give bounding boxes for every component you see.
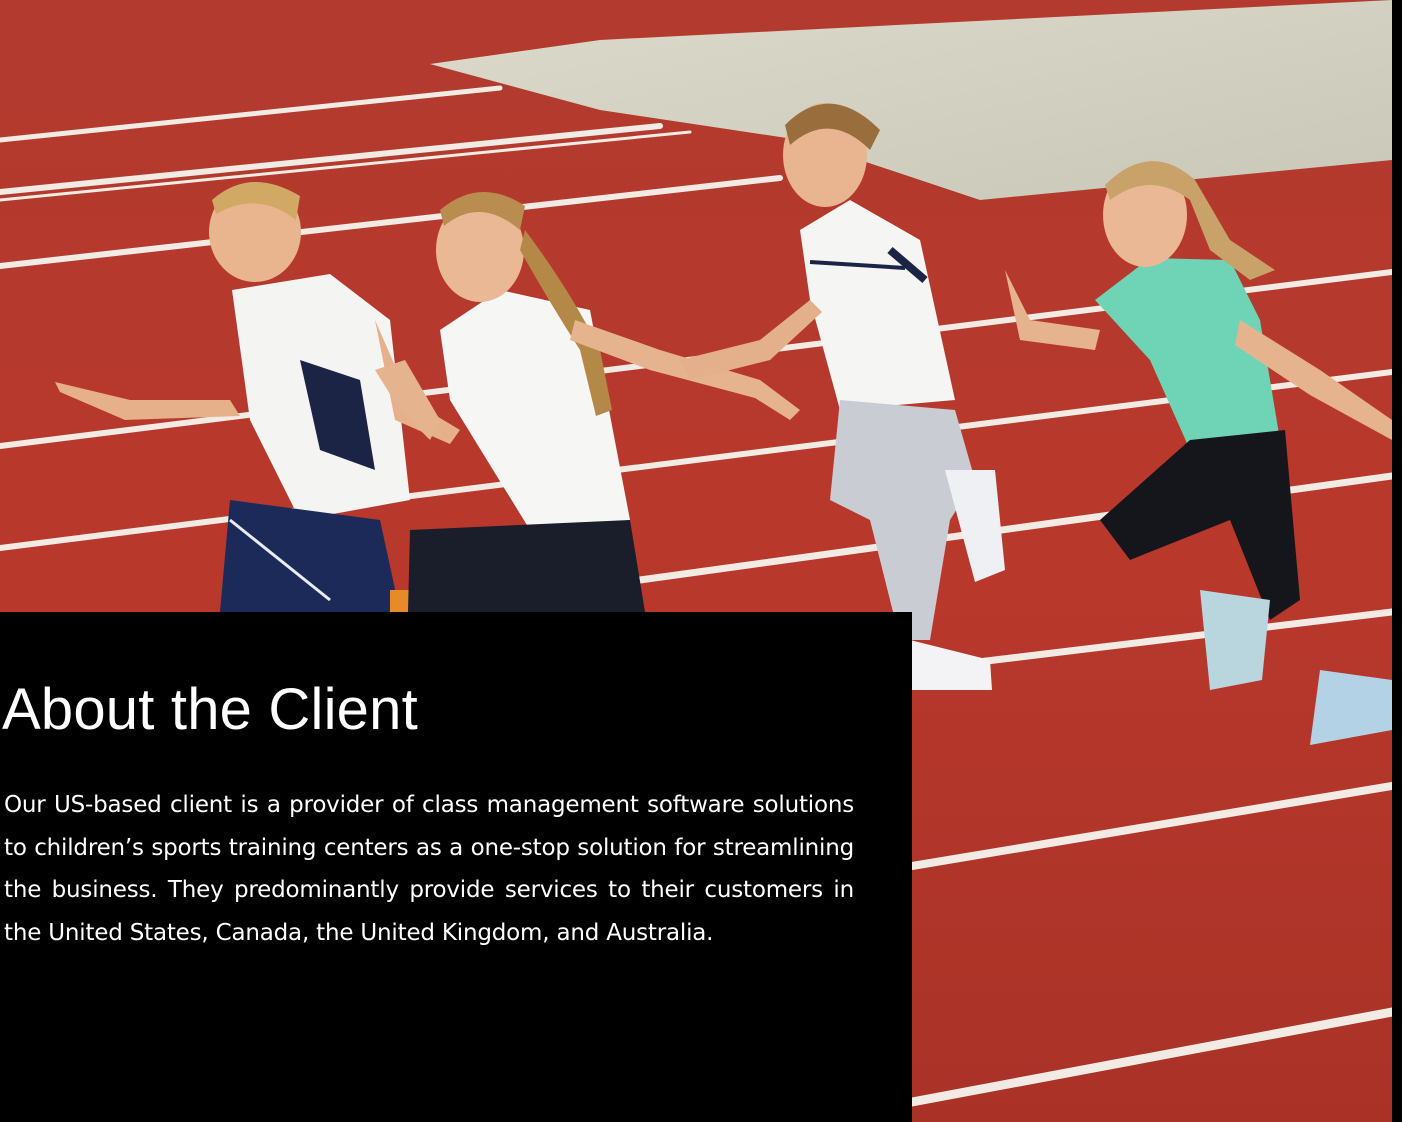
section-body-text: Our US-based client is a provider of cla… <box>4 792 854 946</box>
section-title: About the Client <box>2 677 418 742</box>
about-client-section: About the Client Our US-based client is … <box>0 0 1402 1122</box>
